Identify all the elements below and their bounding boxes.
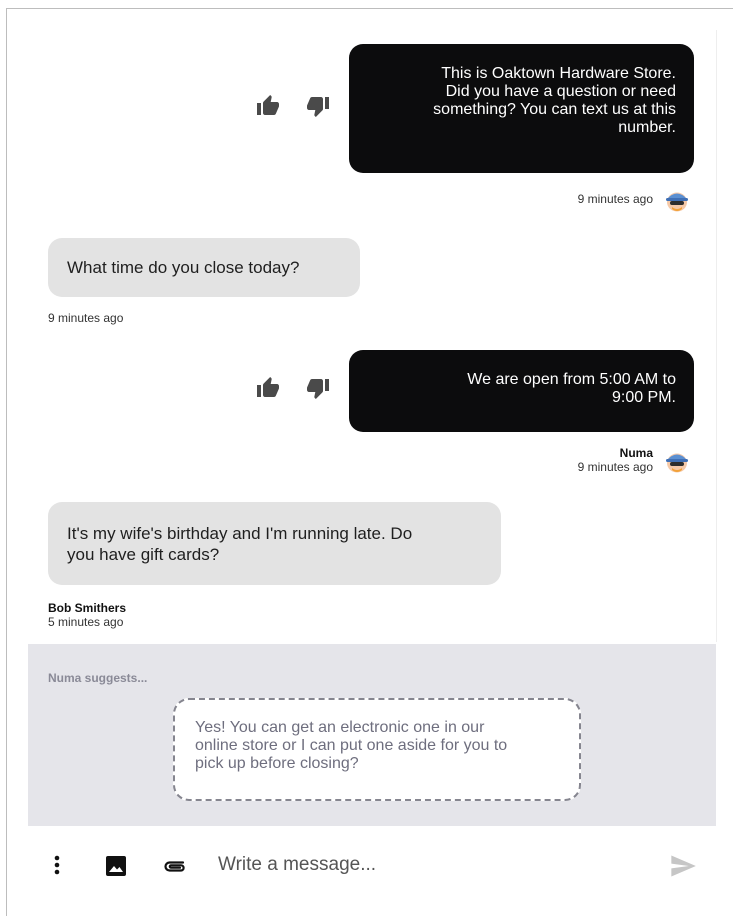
message-meta: 9 minutes ago [48,311,123,325]
message-reactions [254,376,332,400]
incoming-message: What time do you close today? [48,238,360,297]
message-meta: Bob Smithers 5 minutes ago [48,601,126,629]
message-line: you have gift cards? [67,545,220,564]
message-meta: 9 minutes ago [578,192,653,206]
suggestion-label: Numa suggests... [48,671,148,685]
bot-avatar-icon [664,187,690,213]
message-composer [28,826,716,906]
suggestion-line: pick up before closing? [195,755,359,772]
suggestion-panel: Numa suggests... Yes! You can get an ele… [28,644,716,826]
outgoing-message: We are open from 5:00 AM to 9:00 PM. [349,350,694,432]
message-line: Did you have a question or need [445,83,676,100]
scroll-track [716,30,717,642]
more-vertical-icon[interactable] [54,854,60,881]
message-line: This is Oaktown Hardware Store. [441,65,676,82]
sender-name: Numa [619,446,653,460]
message-line: It's my wife's birthday and I'm running … [67,524,413,543]
message-line: number. [618,119,676,136]
thumbs-up-icon[interactable] [254,94,282,118]
thumbs-down-icon[interactable] [304,94,332,118]
message-input[interactable] [218,850,638,880]
message-time: 9 minutes ago [577,460,653,474]
sender-name: Bob Smithers [48,601,127,615]
message-time: 9 minutes ago [577,192,653,206]
image-icon[interactable] [105,855,127,882]
message-time: 5 minutes ago [48,615,124,629]
incoming-message: It's my wife's birthday and I'm running … [48,502,501,585]
suggested-reply[interactable]: Yes! You can get an electronic one in ou… [173,698,581,801]
outgoing-message: This is Oaktown Hardware Store. Did you … [349,44,694,173]
suggestion-line: online store or I can put one aside for … [195,737,508,754]
message-line: 9:00 PM. [611,389,676,406]
send-icon[interactable] [668,852,698,885]
thumbs-down-icon[interactable] [304,376,332,400]
paperclip-icon[interactable] [162,857,188,878]
message-line: something? You can text us at this [433,101,676,118]
message-line: What time do you close today? [67,258,300,277]
message-time: 9 minutes ago [48,311,124,325]
message-line: We are open from 5:00 AM to [467,371,676,388]
bot-avatar-icon [664,448,690,474]
message-meta: Numa 9 minutes ago [578,446,653,474]
message-reactions [254,94,332,118]
thumbs-up-icon[interactable] [254,376,282,400]
suggestion-line: Yes! You can get an electronic one in ou… [195,719,485,736]
